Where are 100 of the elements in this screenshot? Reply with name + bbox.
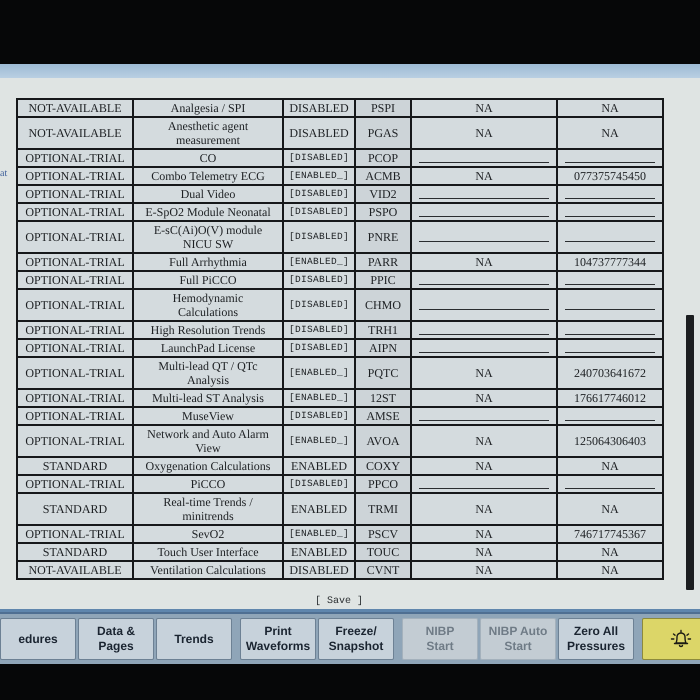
table-cell: OPTIONAL-TRIAL [17, 407, 133, 425]
bell-icon [669, 628, 693, 650]
table-cell: 104737777344 [557, 253, 663, 271]
table-cell: Full PiCCO [133, 271, 283, 289]
table-cell: LaunchPad License [133, 339, 283, 357]
softkey-button[interactable]: Trends [156, 618, 232, 660]
table-cell: PQTC [355, 357, 411, 389]
table-cell: Touch User Interface [133, 543, 283, 561]
table-cell: [ENABLED_] [283, 253, 355, 271]
table-cell: [DISABLED] [283, 321, 355, 339]
table-cell: Anesthetic agent measurement [133, 117, 283, 149]
table-cell: DISABLED [283, 561, 355, 579]
table-cell: STANDARD [17, 543, 133, 561]
table-cell: 240703641672 [557, 357, 663, 389]
table-cell: PSPI [355, 99, 411, 117]
table-cell: DISABLED [283, 99, 355, 117]
table-cell: 077375745450 [557, 167, 663, 185]
softkey-button[interactable]: Freeze/ Snapshot [318, 618, 394, 660]
table-cell: NA [411, 117, 557, 149]
table-cell: Combo Telemetry ECG [133, 167, 283, 185]
table-cell: NA [411, 167, 557, 185]
table-cell: DISABLED [283, 117, 355, 149]
table-cell: NA [411, 357, 557, 389]
table-cell: NA [411, 525, 557, 543]
table-cell: Hemodynamic Calculations [133, 289, 283, 321]
table-cell: E-SpO2 Module Neonatal [133, 203, 283, 221]
table-cell: Ventilation Calculations [133, 561, 283, 579]
table-cell: PSCV [355, 525, 411, 543]
table-cell: Real-time Trends / minitrends [133, 493, 283, 525]
table-cell: OPTIONAL-TRIAL [17, 357, 133, 389]
table-cell: COXY [355, 457, 411, 475]
table-cell: Network and Auto Alarm View [133, 425, 283, 457]
table-cell: NA [411, 457, 557, 475]
table-cell: TRMI [355, 493, 411, 525]
table-cell: Full Arrhythmia [133, 253, 283, 271]
edge-text: at [0, 168, 8, 180]
table-cell: VID2 [355, 185, 411, 203]
table-cell: NA [411, 543, 557, 561]
table-cell: OPTIONAL-TRIAL [17, 167, 133, 185]
table-cell: NA [557, 493, 663, 525]
table-cell: Multi-lead ST Analysis [133, 389, 283, 407]
table-cell: ENABLED [283, 493, 355, 525]
table-cell: [DISABLED] [283, 221, 355, 253]
table-cell: 176617746012 [557, 389, 663, 407]
table-cell: OPTIONAL-TRIAL [17, 221, 133, 253]
table-cell: PNRE [355, 221, 411, 253]
table-cell: [ENABLED_] [283, 167, 355, 185]
table-cell: PGAS [355, 117, 411, 149]
scrollbar-thumb[interactable] [686, 315, 694, 590]
table-cell: NA [557, 543, 663, 561]
table-cell: SevO2 [133, 525, 283, 543]
table-cell: NA [411, 493, 557, 525]
table-cell: [ENABLED_] [283, 389, 355, 407]
table-cell: NA [557, 117, 663, 149]
table-cell: PARR [355, 253, 411, 271]
table-cell: TOUC [355, 543, 411, 561]
table-cell: [DISABLED] [283, 289, 355, 321]
table-cell: NA [411, 389, 557, 407]
table-cell: ENABLED [283, 543, 355, 561]
table-cell: 12ST [355, 389, 411, 407]
table-cell: 746717745367 [557, 525, 663, 543]
table-cell: Analgesia / SPI [133, 99, 283, 117]
table-cell: [ENABLED_] [283, 525, 355, 543]
table-cell: ENABLED [283, 457, 355, 475]
softkey-button[interactable]: Zero All Pressures [558, 618, 634, 660]
table-cell: Dual Video [133, 185, 283, 203]
table-cell: [DISABLED] [283, 475, 355, 493]
table-cell: PPIC [355, 271, 411, 289]
table-cell: OPTIONAL-TRIAL [17, 389, 133, 407]
table-cell: [DISABLED] [283, 271, 355, 289]
table-cell: High Resolution Trends [133, 321, 283, 339]
table-cell: PCOP [355, 149, 411, 167]
table-cell: OPTIONAL-TRIAL [17, 253, 133, 271]
table-cell: OPTIONAL-TRIAL [17, 203, 133, 221]
table-cell: OPTIONAL-TRIAL [17, 339, 133, 357]
table-cell: MuseView [133, 407, 283, 425]
table-cell: [DISABLED] [283, 407, 355, 425]
table-cell: AVOA [355, 425, 411, 457]
save-button[interactable]: [ Save ] [312, 596, 365, 608]
table-cell: [DISABLED] [283, 203, 355, 221]
table-cell: OPTIONAL-TRIAL [17, 289, 133, 321]
table-cell: [ENABLED_] [283, 425, 355, 457]
table-cell: ACMB [355, 167, 411, 185]
table-cell: CHMO [355, 289, 411, 321]
alarm-button[interactable] [642, 618, 700, 660]
table-cell: NA [411, 425, 557, 457]
softkey-button[interactable]: edures [0, 618, 76, 660]
table-cell: OPTIONAL-TRIAL [17, 185, 133, 203]
softkey-button[interactable]: Data & Pages [78, 618, 154, 660]
table-cell: NA [411, 561, 557, 579]
table-cell: [DISABLED] [283, 149, 355, 167]
table-cell: Multi-lead QT / QTc Analysis [133, 357, 283, 389]
table-cell: PSPO [355, 203, 411, 221]
table-cell: E-sC(Ai)O(V) module NICU SW [133, 221, 283, 253]
table-cell: [DISABLED] [283, 185, 355, 203]
table-cell: OPTIONAL-TRIAL [17, 425, 133, 457]
table-cell: Oxygenation Calculations [133, 457, 283, 475]
softkey-button[interactable]: Print Waveforms [240, 618, 316, 660]
table-cell: TRH1 [355, 321, 411, 339]
table-cell: OPTIONAL-TRIAL [17, 321, 133, 339]
